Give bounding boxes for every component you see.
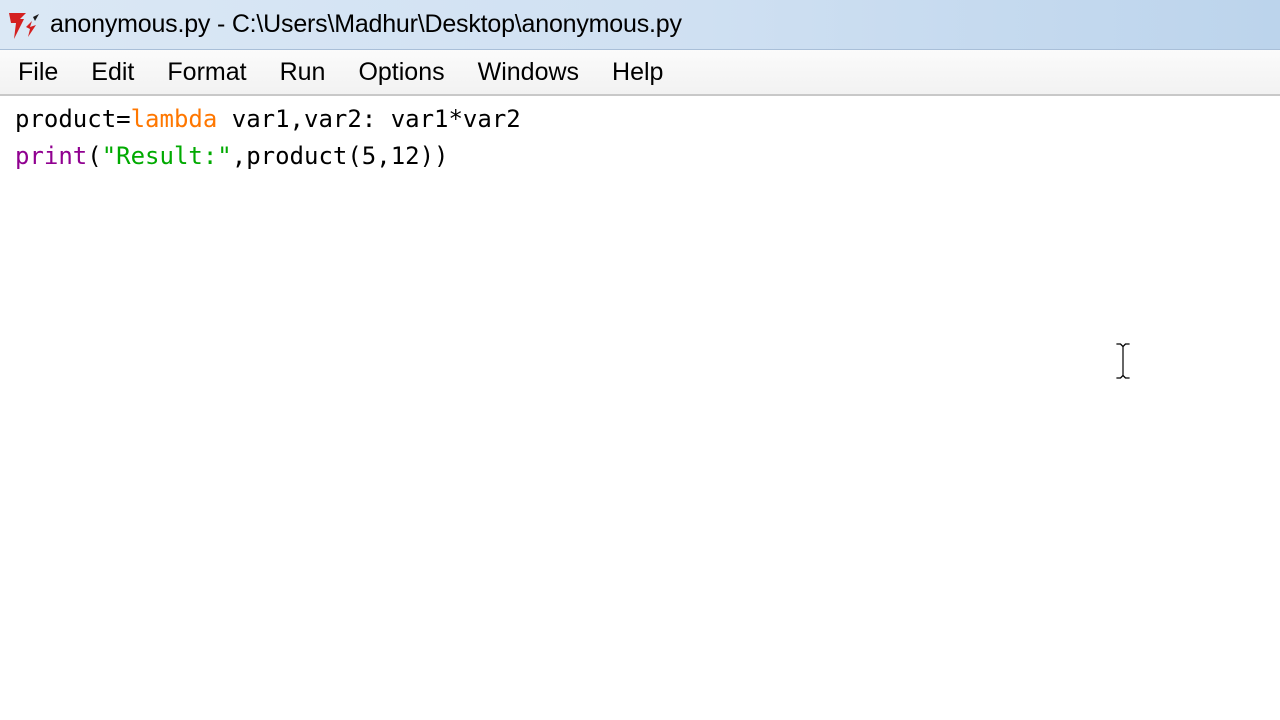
code-token: ( xyxy=(87,142,102,170)
window-title: anonymous.py - C:\Users\Madhur\Desktop\a… xyxy=(50,10,682,38)
idle-editor-window: anonymous.py - C:\Users\Madhur\Desktop\a… xyxy=(0,0,1280,720)
menu-run[interactable]: Run xyxy=(263,49,342,95)
menu-windows[interactable]: Windows xyxy=(461,49,595,95)
code-editor[interactable]: product=lambda var1,var2: var1*var2 prin… xyxy=(0,96,1280,720)
code-line-1[interactable]: product=lambda var1,var2: var1*var2 xyxy=(15,101,1280,138)
menu-file[interactable]: File xyxy=(0,49,74,95)
code-token-string: "Result:" xyxy=(101,142,232,170)
code-line-2[interactable]: print("Result:",product(5,12)) xyxy=(15,138,1280,175)
code-token-builtin: print xyxy=(15,142,88,170)
title-bar[interactable]: anonymous.py - C:\Users\Madhur\Desktop\a… xyxy=(0,0,1280,50)
menu-edit[interactable]: Edit xyxy=(74,49,150,95)
code-token: var1,var2: var1*var2 xyxy=(217,105,521,133)
menu-format[interactable]: Format xyxy=(150,49,262,95)
menu-help[interactable]: Help xyxy=(595,49,679,95)
ibeam-cursor-icon xyxy=(1113,341,1133,381)
code-token-keyword: lambda xyxy=(130,105,218,133)
code-token: product= xyxy=(15,105,131,133)
menu-bar: File Edit Format Run Options Windows Hel… xyxy=(0,50,1280,96)
menu-options[interactable]: Options xyxy=(341,49,460,95)
code-token: ,product(5,12)) xyxy=(231,142,449,170)
tk-feather-icon xyxy=(4,8,44,42)
